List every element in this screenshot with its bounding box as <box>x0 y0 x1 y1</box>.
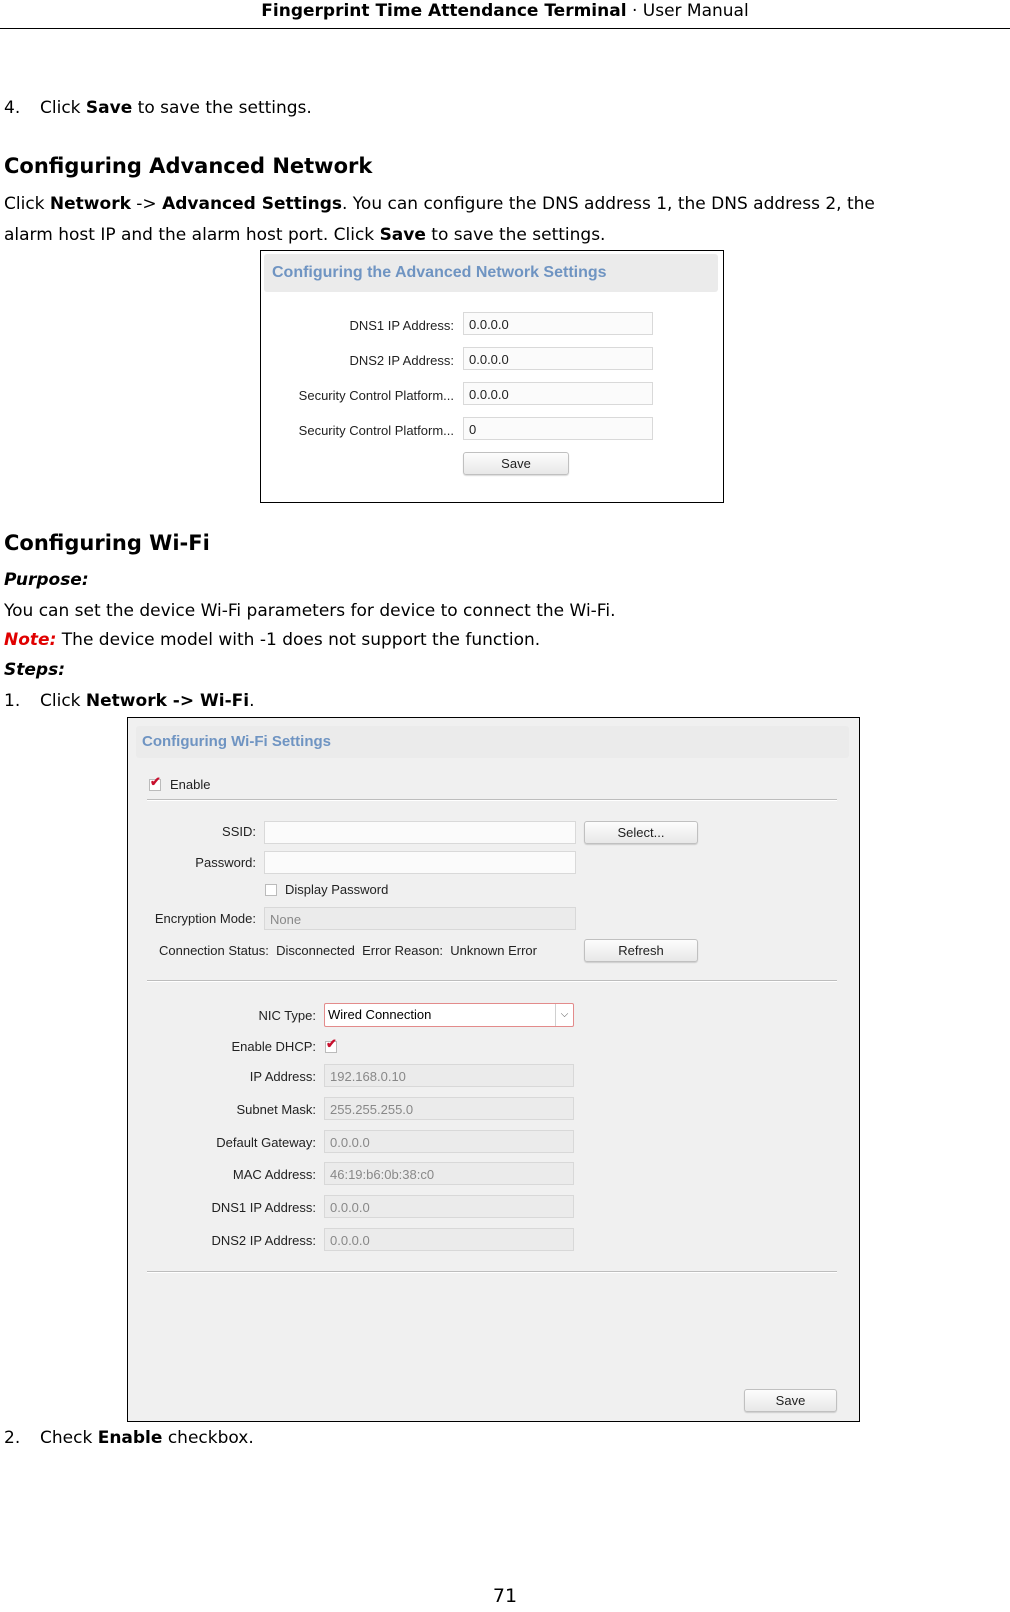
heading-wifi: Configuring Wi-Fi <box>4 531 210 555</box>
security-platform-port-input[interactable]: 0 <box>463 417 653 440</box>
enable-dhcp-checkbox[interactable]: ✔ <box>325 1037 337 1053</box>
security-platform-port-label: Security Control Platform... <box>298 423 454 438</box>
subnet-mask-field: 255.255.255.0 <box>324 1097 574 1120</box>
refresh-button[interactable]: Refresh <box>584 939 698 962</box>
nic-type-select[interactable]: Wired Connection ⌵ <box>324 1003 574 1027</box>
password-label: Password: <box>195 855 256 870</box>
connection-status: Connection Status: Disconnected Error Re… <box>159 943 537 958</box>
save-button[interactable]: Save <box>744 1389 837 1412</box>
ip-address-field: 192.168.0.10 <box>324 1064 574 1087</box>
subnet-mask-label: Subnet Mask: <box>236 1102 317 1117</box>
purpose-label: Purpose: <box>4 570 89 590</box>
step-1: 1. Click Network -> Wi-Fi. <box>4 691 255 711</box>
ssid-input[interactable] <box>264 821 576 844</box>
note: Note: The device model with -1 does not … <box>4 630 541 650</box>
encryption-mode-label: Encryption Mode: <box>154 911 256 926</box>
select-ssid-button[interactable]: Select... <box>584 821 698 844</box>
panel-title: Configuring Wi-Fi Settings <box>136 726 849 758</box>
security-platform-ip-input[interactable]: 0.0.0.0 <box>463 382 653 405</box>
ip-address-label: IP Address: <box>249 1069 316 1084</box>
nic-type-label: NIC Type: <box>258 1008 316 1023</box>
advanced-description-line1: Click Network -> Advanced Settings. You … <box>4 194 875 214</box>
default-gateway-label: Default Gateway: <box>216 1135 316 1150</box>
dns2-input[interactable]: 0.0.0.0 <box>463 347 653 370</box>
checkmark-icon: ✔ <box>150 774 161 789</box>
display-password-label: Display Password <box>285 882 389 897</box>
panel-title: Configuring the Advanced Network Setting… <box>264 254 718 292</box>
encryption-mode-field: None <box>264 907 576 930</box>
password-input[interactable] <box>264 851 576 874</box>
mac-address-label: MAC Address: <box>232 1167 316 1182</box>
dns1-label: DNS1 IP Address: <box>211 1200 316 1215</box>
divider <box>147 980 837 982</box>
security-platform-ip-label: Security Control Platform... <box>298 388 454 403</box>
dns2-label: DNS2 IP Address: <box>349 353 454 368</box>
page-number: 71 <box>492 1585 518 1607</box>
purpose-text: You can set the device Wi-Fi parameters … <box>4 601 616 621</box>
advanced-description-line2: alarm host IP and the alarm host port. C… <box>4 225 606 245</box>
default-gateway-field: 0.0.0.0 <box>324 1130 574 1153</box>
manual-title: Fingerprint Time Attendance Terminal <box>261 1 627 21</box>
divider <box>147 1271 837 1273</box>
enable-label: Enable <box>170 777 211 792</box>
display-password-checkbox[interactable] <box>265 884 277 896</box>
advanced-network-panel: Configuring the Advanced Network Setting… <box>260 250 724 503</box>
dns1-field: 0.0.0.0 <box>324 1195 574 1218</box>
wifi-settings-panel: Configuring Wi-Fi Settings ✔ Enable SSID… <box>127 717 860 1422</box>
mac-address-field: 46:19:b6:0b:38:c0 <box>324 1162 574 1185</box>
enable-dhcp-label: Enable DHCP: <box>231 1039 316 1054</box>
save-button[interactable]: Save <box>463 452 569 475</box>
enable-checkbox[interactable]: ✔ <box>149 775 161 791</box>
dns1-input[interactable]: 0.0.0.0 <box>463 312 653 335</box>
dns1-label: DNS1 IP Address: <box>349 318 454 333</box>
checkmark-icon: ✔ <box>326 1036 337 1051</box>
step-2: 2. Check Enable checkbox. <box>4 1428 254 1448</box>
header-separator: · <box>631 1 638 21</box>
page-header: Fingerprint Time Attendance Terminal · U… <box>0 0 1010 29</box>
dns2-label: DNS2 IP Address: <box>211 1233 316 1248</box>
step-4: 4. Click Save to save the settings. <box>4 98 312 118</box>
ssid-label: SSID: <box>222 824 256 839</box>
error-reason-value: Unknown Error <box>450 943 537 958</box>
steps-label: Steps: <box>4 660 65 680</box>
manual-subtitle: User Manual <box>642 1 749 21</box>
note-label: Note: <box>4 630 57 650</box>
divider <box>147 799 837 801</box>
connection-status-value: Disconnected <box>276 943 355 958</box>
dns2-field: 0.0.0.0 <box>324 1228 574 1251</box>
heading-advanced-network: Configuring Advanced Network <box>4 154 373 178</box>
chevron-down-icon: ⌵ <box>555 1004 573 1026</box>
